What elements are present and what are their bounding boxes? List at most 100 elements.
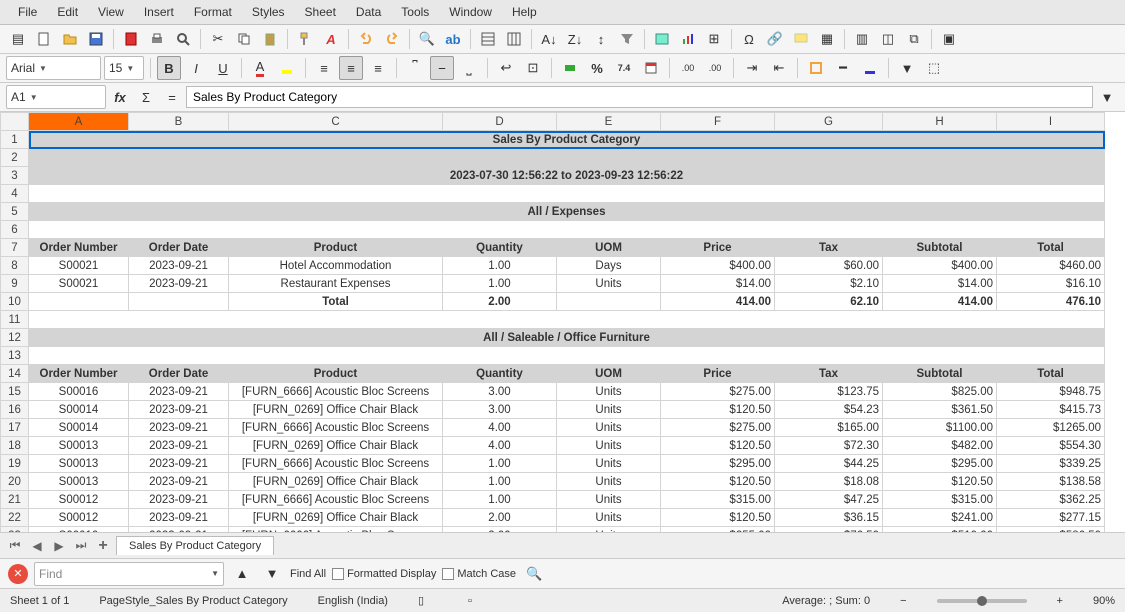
row-header-21[interactable]: 21 (1, 491, 29, 509)
currency-icon[interactable] (558, 56, 582, 80)
find-replace-icon[interactable]: 🔍 (415, 27, 439, 51)
inc-decimal-icon[interactable]: .00 (676, 56, 700, 80)
align-top-icon[interactable]: ⎴ (403, 56, 427, 80)
col-header-E[interactable]: E (557, 113, 661, 131)
col-header-F[interactable]: F (661, 113, 775, 131)
cell[interactable]: S00014 (29, 401, 129, 419)
cell[interactable]: $295.00 (661, 455, 775, 473)
col-header-cell[interactable]: Order Number (29, 365, 129, 383)
cell[interactable]: [FURN_6666] Acoustic Bloc Screens (229, 419, 443, 437)
pivot-icon[interactable]: ⊞ (702, 27, 726, 51)
open-icon[interactable] (58, 27, 82, 51)
cell[interactable] (29, 185, 1105, 203)
font-size-select[interactable]: 15▼ (104, 56, 144, 80)
next-sheet-icon[interactable]: ▶ (50, 539, 68, 553)
menu-sheet[interactable]: Sheet (295, 2, 346, 22)
title-cell[interactable]: Sales By Product Category (29, 131, 1105, 149)
border-style-icon[interactable]: ━ (831, 56, 855, 80)
preview-icon[interactable] (171, 27, 195, 51)
cell[interactable]: S00016 (29, 383, 129, 401)
equals-icon[interactable]: = (160, 85, 184, 109)
cell[interactable]: $120.50 (661, 509, 775, 527)
cell[interactable]: $1265.00 (997, 419, 1105, 437)
cell[interactable]: $120.50 (661, 437, 775, 455)
col-header-cell[interactable]: UOM (557, 365, 661, 383)
cell[interactable]: Units (557, 473, 661, 491)
cell[interactable] (29, 149, 1105, 167)
date-icon[interactable] (639, 56, 663, 80)
cell[interactable]: [FURN_6666] Acoustic Bloc Screens (229, 383, 443, 401)
cell[interactable]: Units (557, 491, 661, 509)
dec-indent-icon[interactable]: ⇤ (767, 56, 791, 80)
cell[interactable]: $47.25 (775, 491, 883, 509)
row-header-19[interactable]: 19 (1, 455, 29, 473)
cell[interactable]: $123.75 (775, 383, 883, 401)
name-box[interactable]: A1▼ (6, 85, 106, 109)
zoom-in-icon[interactable]: + (1057, 595, 1063, 607)
italic-icon[interactable]: I (184, 56, 208, 80)
cell[interactable]: [FURN_0269] Office Chair Black (229, 509, 443, 527)
col-header-cell[interactable]: Order Number (29, 239, 129, 257)
cell[interactable]: 414.00 (883, 293, 997, 311)
col-header-cell[interactable]: Quantity (443, 239, 557, 257)
cell[interactable]: $315.00 (661, 491, 775, 509)
chart-icon[interactable] (676, 27, 700, 51)
cell[interactable]: Units (557, 383, 661, 401)
cut-icon[interactable]: ✂ (206, 27, 230, 51)
cell[interactable]: Hotel Accommodation (229, 257, 443, 275)
cell[interactable]: $400.00 (883, 257, 997, 275)
sidepanel-icon[interactable]: ▤ (6, 27, 30, 51)
row-header-6[interactable]: 6 (1, 221, 29, 239)
menu-help[interactable]: Help (502, 2, 547, 22)
print-icon[interactable] (145, 27, 169, 51)
col-header-C[interactable]: C (229, 113, 443, 131)
selection-mode[interactable]: ▫ (468, 595, 472, 607)
cell[interactable]: [FURN_0269] Office Chair Black (229, 437, 443, 455)
col-header-cell[interactable]: Total (997, 365, 1105, 383)
cell[interactable]: $241.00 (883, 509, 997, 527)
merge-icon[interactable]: ⊡ (521, 56, 545, 80)
find-input-wrapper[interactable]: Find▼ (34, 562, 224, 586)
cell[interactable]: $275.00 (661, 419, 775, 437)
menu-data[interactable]: Data (346, 2, 391, 22)
cell[interactable]: $295.00 (883, 455, 997, 473)
menu-file[interactable]: File (8, 2, 47, 22)
special-char-icon[interactable]: Ω (737, 27, 761, 51)
headers-icon[interactable]: ▦ (815, 27, 839, 51)
cell[interactable]: [FURN_6666] Acoustic Bloc Screens (229, 491, 443, 509)
cell[interactable]: 1.00 (443, 491, 557, 509)
zoom-slider[interactable] (937, 599, 1027, 603)
cell[interactable]: $72.30 (775, 437, 883, 455)
cell[interactable]: S00010 (29, 527, 129, 533)
clone-format-icon[interactable] (293, 27, 317, 51)
col-header-D[interactable]: D (443, 113, 557, 131)
row-header-17[interactable]: 17 (1, 419, 29, 437)
cell[interactable]: 2023-09-21 (129, 419, 229, 437)
cell[interactable] (29, 293, 129, 311)
font-color-icon[interactable]: A (248, 56, 272, 80)
col-header-cell[interactable]: Tax (775, 365, 883, 383)
cell[interactable]: $275.00 (661, 383, 775, 401)
sort-desc-icon[interactable]: Z↓ (563, 27, 587, 51)
cell[interactable]: 1.00 (443, 257, 557, 275)
percent-icon[interactable]: % (585, 56, 609, 80)
hyperlink-icon[interactable]: 🔗 (763, 27, 787, 51)
cell[interactable]: S00021 (29, 257, 129, 275)
cell[interactable]: $277.15 (997, 509, 1105, 527)
image-icon[interactable] (650, 27, 674, 51)
cell[interactable]: $315.00 (883, 491, 997, 509)
cell[interactable]: [FURN_6666] Acoustic Bloc Screens (229, 455, 443, 473)
cell[interactable]: $14.00 (661, 275, 775, 293)
bold-icon[interactable]: B (157, 56, 181, 80)
cell[interactable]: 2023-09-21 (129, 383, 229, 401)
cell[interactable]: 2.00 (443, 509, 557, 527)
underline-icon[interactable]: U (211, 56, 235, 80)
cell[interactable]: 2023-09-21 (129, 509, 229, 527)
first-sheet-icon[interactable]: ⏮ (6, 538, 24, 553)
cell[interactable]: $361.50 (883, 401, 997, 419)
border-color-icon[interactable] (858, 56, 882, 80)
cell[interactable]: 62.10 (775, 293, 883, 311)
cell[interactable]: S00012 (29, 491, 129, 509)
col-header-G[interactable]: G (775, 113, 883, 131)
borders-icon[interactable] (804, 56, 828, 80)
